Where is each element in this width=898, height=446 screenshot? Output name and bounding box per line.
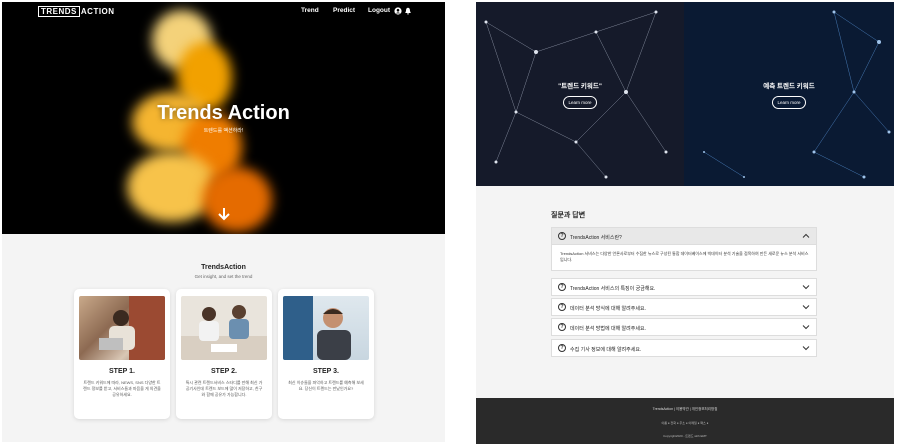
step-card-1: STEP 1. 트렌드 키워드에 따라, NEWS, SNS 다양한 트렌드 정… xyxy=(74,289,170,419)
user-icon[interactable] xyxy=(394,7,402,15)
nav-link-trend[interactable]: Trend xyxy=(301,7,319,14)
predict-keyword-label: 예측 트렌드 키워드 xyxy=(763,83,815,90)
faq-item[interactable]: ? TrendsAction 서비스의 특징이 궁금해요. xyxy=(551,278,817,296)
chevron-down-icon[interactable] xyxy=(802,323,810,331)
faq-question: 데이터 분석 방식에 대해 알려주세요. xyxy=(570,306,646,312)
faq-question: TrendsAction 서비스란? xyxy=(570,235,622,241)
faq-title: 질문과 답변 xyxy=(551,212,586,219)
hero-subtitle: 트렌드를 액션하라! xyxy=(203,128,244,134)
bell-icon[interactable] xyxy=(404,7,412,15)
steps-section-title: TrendsAction xyxy=(201,264,246,271)
trend-keyword-banner: "트렌드 키워드" Learn more xyxy=(476,2,684,186)
step-1-label: STEP 1. xyxy=(109,368,135,375)
nav-link-predict[interactable]: Predict xyxy=(333,7,355,14)
faq-question: TrendsAction 서비스의 특징이 궁금해요. xyxy=(570,286,656,292)
hero-section: TRENDS ACTION Trend Predict Logout Trends… xyxy=(2,2,445,234)
step-3-label: STEP 3. xyxy=(313,368,339,375)
scroll-down-arrow-icon[interactable] xyxy=(217,207,231,221)
nav-link-logout[interactable]: Logout xyxy=(368,7,390,14)
faq-question: 수집 기사 정보에 대해 알려주세요. xyxy=(570,347,642,353)
faq-page-screenshot: "트렌드 키워드" Learn more 예측 트렌드 키워드 Learn mo… xyxy=(476,2,894,444)
logo-box-text: TRENDS xyxy=(38,6,80,17)
step-3-description: 최신 이슈들을 파악하고 트렌드를 예측해 보세요. 당신이 트렌드는 만났인가… xyxy=(288,380,364,391)
predict-keyword-banner: 예측 트렌드 키워드 Learn more xyxy=(684,2,894,186)
step-2-photo xyxy=(181,296,267,360)
chevron-up-icon[interactable] xyxy=(802,232,810,240)
chevron-down-icon[interactable] xyxy=(802,303,810,311)
question-icon: ? xyxy=(558,283,566,291)
question-icon: ? xyxy=(558,303,566,311)
question-icon: ? xyxy=(558,232,566,240)
steps-section-subtitle: Get insight, and set the trend xyxy=(194,274,253,279)
step-card-3: STEP 3. 최신 이슈들을 파악하고 트렌드를 예측해 보세요. 당신이 트… xyxy=(278,289,374,419)
footer-links[interactable]: TrendsAction | 이용약관 | 개인정보처리방침 xyxy=(476,407,894,412)
faq-answer: TrendsAction 서비스는 다양한 언론사로부터 수집한 뉴스로 구성된… xyxy=(551,245,817,271)
faq-item[interactable]: ? 수집 기사 정보에 대해 알려주세요. xyxy=(551,339,817,357)
step-card-2: STEP 2. 특시 관련 트렌드서비스 스타디를 만해 최신 가공기사인데 트… xyxy=(176,289,272,419)
footer-copyright: Copyright2020 - 트렌드 with EMT xyxy=(663,434,707,438)
landing-page-screenshot: TRENDS ACTION Trend Predict Logout Trends… xyxy=(2,2,445,442)
faq-answer-text: TrendsAction 서비스는 다양한 언론사로부터 수집한 뉴스로 구성된… xyxy=(560,251,809,262)
learn-more-button[interactable]: Learn more xyxy=(772,96,806,109)
learn-more-button[interactable]: Learn more xyxy=(563,96,597,109)
network-graphic xyxy=(703,10,891,179)
step-2-description: 특시 관련 트렌드서비스 스타디를 만해 최신 가공기사인데 트렌드 보드에 많… xyxy=(185,380,263,397)
site-footer: TrendsAction | 이용약관 | 개인정보처리방침 이름 ● 전화 ●… xyxy=(476,398,894,444)
network-graphic xyxy=(484,10,668,179)
faq-item[interactable]: ? 데이터 분석 방식에 대해 알려주세요. xyxy=(551,298,817,316)
top-nav: TRENDS ACTION Trend Predict Logout xyxy=(2,2,445,20)
step-2-label: STEP 2. xyxy=(211,368,237,375)
step-1-description: 트렌드 키워드에 따라, NEWS, SNS 다양한 트렌드 정보를 받고, 서… xyxy=(83,380,161,397)
page: TRENDS ACTION Trend Predict Logout Trends… xyxy=(0,0,898,446)
hero-smoke-shape xyxy=(202,167,272,232)
chevron-down-icon[interactable] xyxy=(802,283,810,291)
faq-item[interactable]: ? 데이터 분석 방법에 대해 알려주세요. xyxy=(551,318,817,336)
trend-keyword-label: "트렌드 키워드" xyxy=(558,83,602,90)
footer-info: 이름 ● 전화 ● 주소 ● 이메일 ● 팩스 ● xyxy=(661,421,709,425)
chevron-down-icon[interactable] xyxy=(802,344,810,352)
question-icon: ? xyxy=(558,323,566,331)
step-3-photo xyxy=(283,296,369,360)
faq-item[interactable]: ? TrendsAction 서비스란? xyxy=(551,227,817,245)
brand-logo[interactable]: TRENDS ACTION xyxy=(38,6,115,17)
step-1-photo xyxy=(79,296,165,360)
faq-question: 데이터 분석 방법에 대해 알려주세요. xyxy=(570,326,646,332)
question-icon: ? xyxy=(558,344,566,352)
logo-rest-text: ACTION xyxy=(80,7,115,16)
hero-title: Trends Action xyxy=(157,102,290,124)
